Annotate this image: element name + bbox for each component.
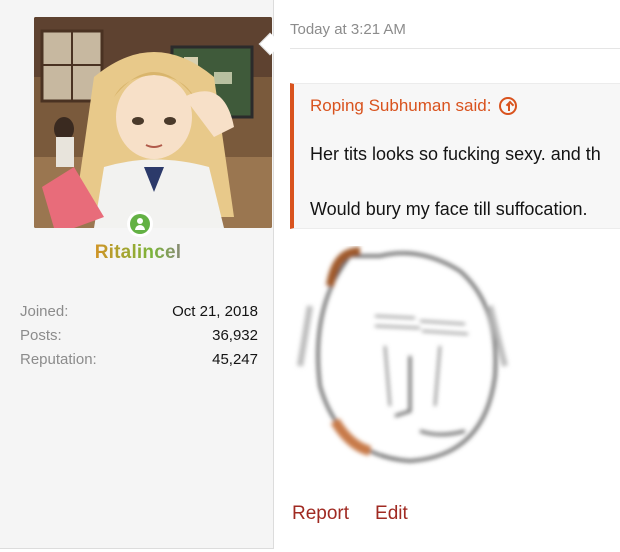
stat-label: Reputation: bbox=[20, 351, 97, 368]
arrow-up-circle-icon[interactable] bbox=[499, 97, 518, 115]
wojak-meme-image bbox=[290, 246, 516, 471]
post-image[interactable] bbox=[290, 246, 516, 471]
message-body: Today at 3:21 AM Roping Subhuman said: H… bbox=[276, 0, 620, 552]
quote-line: Her tits looks so fucking sexy. and th bbox=[310, 144, 601, 164]
edit-link[interactable]: Edit bbox=[375, 503, 408, 525]
online-status-badge bbox=[127, 211, 153, 237]
user-avatar[interactable] bbox=[34, 17, 272, 228]
stat-row-reputation: Reputation: 45,247 bbox=[20, 350, 258, 374]
quote-block: Roping Subhuman said: Her tits looks so … bbox=[290, 83, 620, 229]
stat-label: Posts: bbox=[20, 327, 62, 344]
user-panel: Ritalincel Joined: Oct 21, 2018 Posts: 3… bbox=[0, 0, 274, 549]
stat-value: Oct 21, 2018 bbox=[172, 303, 258, 320]
quote-author-link[interactable]: Roping Subhuman said: bbox=[310, 96, 518, 116]
quote-line: Would bury my face till suffocation. bbox=[310, 199, 588, 219]
header-divider bbox=[290, 48, 620, 49]
post-date-link[interactable]: Today at 3:21 AM bbox=[290, 21, 406, 38]
post-actions: Report Edit bbox=[292, 503, 408, 525]
stat-value[interactable]: 36,932 bbox=[212, 326, 258, 350]
online-user-icon bbox=[130, 214, 150, 234]
user-stats: Joined: Oct 21, 2018 Posts: 36,932 Reput… bbox=[20, 302, 258, 374]
quote-content: Her tits looks so fucking sexy. and th W… bbox=[310, 140, 601, 224]
stat-row-joined: Joined: Oct 21, 2018 bbox=[20, 302, 258, 326]
quote-author-text: Roping Subhuman said: bbox=[310, 96, 492, 115]
stat-label: Joined: bbox=[20, 303, 69, 320]
stat-row-posts: Posts: 36,932 bbox=[20, 326, 258, 350]
username-link[interactable]: Ritalincel bbox=[0, 242, 276, 264]
anime-avatar-image bbox=[34, 17, 272, 228]
stat-value: 45,247 bbox=[212, 351, 258, 368]
report-link[interactable]: Report bbox=[292, 503, 349, 525]
